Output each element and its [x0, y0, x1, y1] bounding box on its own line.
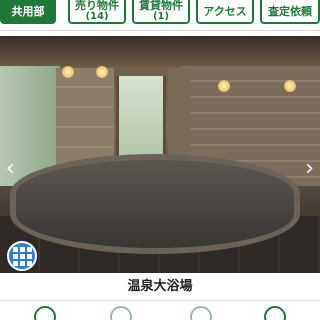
- top-tab-bar: 共用部 売り物件 (14) 賃貸物件 (1) アクセス 査定依頼: [0, 0, 320, 31]
- tab-count: (1): [152, 11, 170, 22]
- grid-icon[interactable]: [7, 241, 37, 271]
- building-icon[interactable]: [110, 306, 132, 320]
- lamp-light: [62, 66, 74, 78]
- document-icon[interactable]: [264, 306, 286, 320]
- divider: [0, 300, 320, 301]
- photo-caption: 温泉大浴場: [127, 279, 193, 294]
- lamp-light: [96, 66, 108, 78]
- tab-label: 共用部: [11, 4, 45, 18]
- tab-label: 売り物件: [75, 0, 119, 12]
- tab-label: 賃貸物件: [139, 0, 183, 12]
- tab-label: 査定依頼: [268, 4, 312, 18]
- tab-for-rent[interactable]: 賃貸物件 (1): [132, 0, 190, 24]
- lamp-light: [284, 80, 296, 92]
- photo-bath-water: [10, 154, 300, 254]
- building-icon[interactable]: [190, 306, 212, 320]
- photo-ceiling: [0, 36, 320, 66]
- tab-common-area[interactable]: 共用部: [0, 0, 56, 24]
- bath-photo[interactable]: ‹ ›: [0, 36, 320, 273]
- tab-for-sale[interactable]: 売り物件 (14): [68, 0, 126, 24]
- location-icon[interactable]: [34, 306, 56, 320]
- tab-access[interactable]: アクセス: [196, 0, 254, 24]
- lamp-light: [218, 80, 230, 92]
- tab-count: (14): [85, 11, 109, 22]
- chevron-left-icon[interactable]: ‹: [6, 156, 15, 181]
- chevron-right-icon[interactable]: ›: [305, 156, 314, 181]
- tab-label: アクセス: [203, 4, 247, 18]
- tab-appraisal-request[interactable]: 査定依頼: [260, 0, 320, 24]
